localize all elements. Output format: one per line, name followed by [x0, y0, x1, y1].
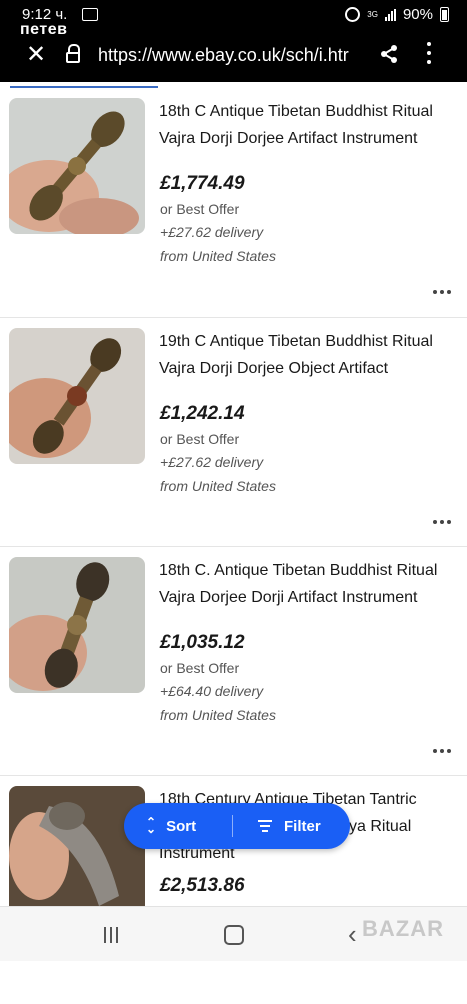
best-offer-text: or Best Offer: [160, 660, 240, 676]
item-location: from United States: [160, 478, 276, 494]
delivery-cost: +£27.62 delivery: [160, 454, 264, 470]
delivery-cost: +£27.62 delivery: [160, 224, 264, 240]
listing-title[interactable]: 19th C Antique Tibetan Buddhist Ritual V…: [159, 328, 459, 382]
share-icon[interactable]: [378, 44, 400, 64]
listing-title-line: Vajra Dorji Dorjee Object Artifact: [159, 360, 389, 377]
url-bar: ✕ https://www.ebay.co.uk/sch/i.htr: [0, 30, 467, 80]
more-options-icon[interactable]: [426, 42, 432, 69]
more-actions-icon[interactable]: [433, 749, 451, 753]
delivery-cost: +£64.40 delivery: [160, 683, 264, 699]
listing-title[interactable]: 18th C. Antique Tibetan Buddhist Ritual …: [159, 557, 459, 611]
signal-icon: [384, 8, 396, 21]
filter-label: Filter: [284, 817, 321, 835]
recent-apps-icon[interactable]: [104, 927, 118, 943]
alarm-icon: [345, 7, 361, 22]
product-image[interactable]: [9, 557, 145, 693]
watermark-logo: BAZAR: [362, 916, 444, 941]
listing-price: £1,242.14: [160, 403, 245, 424]
battery-percent: 90%: [402, 6, 433, 23]
listing-title[interactable]: 18th C Antique Tibetan Buddhist Ritual V…: [159, 98, 459, 152]
more-actions-icon[interactable]: [433, 520, 451, 524]
battery-icon: [440, 7, 449, 22]
product-image[interactable]: [9, 786, 145, 922]
back-icon[interactable]: ‹: [348, 921, 357, 947]
status-bar: 9:12 ч. петев 3G 90%: [0, 0, 467, 38]
status-icons: 3G 90%: [345, 6, 449, 23]
sort-label: Sort: [166, 817, 197, 835]
gallery-notification-icon: [82, 8, 98, 21]
filter-button[interactable]: Filter: [258, 803, 321, 849]
listing-title-line: 18th C Antique Tibetan Buddhist Ritual: [159, 103, 433, 120]
close-icon[interactable]: ✕: [26, 43, 46, 67]
listing-price: £1,035.12: [160, 632, 245, 653]
listing-title-line: Vajra Dorji Dorjee Artifact Instrument: [159, 130, 418, 147]
item-location: from United States: [160, 248, 276, 264]
sort-button[interactable]: ⌃ ⌄ Sort: [146, 803, 196, 849]
product-image[interactable]: [9, 98, 145, 234]
more-actions-icon[interactable]: [433, 290, 451, 294]
list-item[interactable]: 18th C Antique Tibetan Buddhist Ritual V…: [0, 88, 467, 318]
sort-filter-bar: ⌃ ⌄ Sort Filter: [124, 803, 350, 849]
sort-icon: ⌃ ⌄: [146, 815, 157, 836]
divider: [232, 815, 233, 837]
listing-price: £2,513.86: [160, 875, 245, 896]
browser-chrome: 9:12 ч. петев 3G 90% ✕ https://www.ebay.…: [0, 0, 467, 82]
listing-price: £1,774.49: [160, 173, 245, 194]
url-text[interactable]: https://www.ebay.co.uk/sch/i.htr: [98, 45, 363, 66]
filter-icon: [258, 820, 272, 832]
lock-icon[interactable]: [66, 44, 80, 64]
list-item[interactable]: 18th C. Antique Tibetan Buddhist Ritual …: [0, 547, 467, 776]
listing-title-line: 19th C Antique Tibetan Buddhist Ritual: [159, 333, 433, 350]
search-results-list: 18th C Antique Tibetan Buddhist Ritual V…: [0, 88, 467, 1004]
best-offer-text: or Best Offer: [160, 201, 240, 217]
item-location: from United States: [160, 707, 276, 723]
best-offer-text: or Best Offer: [160, 431, 240, 447]
listing-title-line: Vajra Dorjee Dorji Artifact Instrument: [159, 589, 418, 606]
network-type: 3G: [367, 9, 378, 19]
listing-title-line: 18th C. Antique Tibetan Buddhist Ritual: [159, 562, 438, 579]
list-item[interactable]: 19th C Antique Tibetan Buddhist Ritual V…: [0, 318, 467, 547]
product-image[interactable]: [9, 328, 145, 464]
home-icon[interactable]: [224, 925, 244, 945]
